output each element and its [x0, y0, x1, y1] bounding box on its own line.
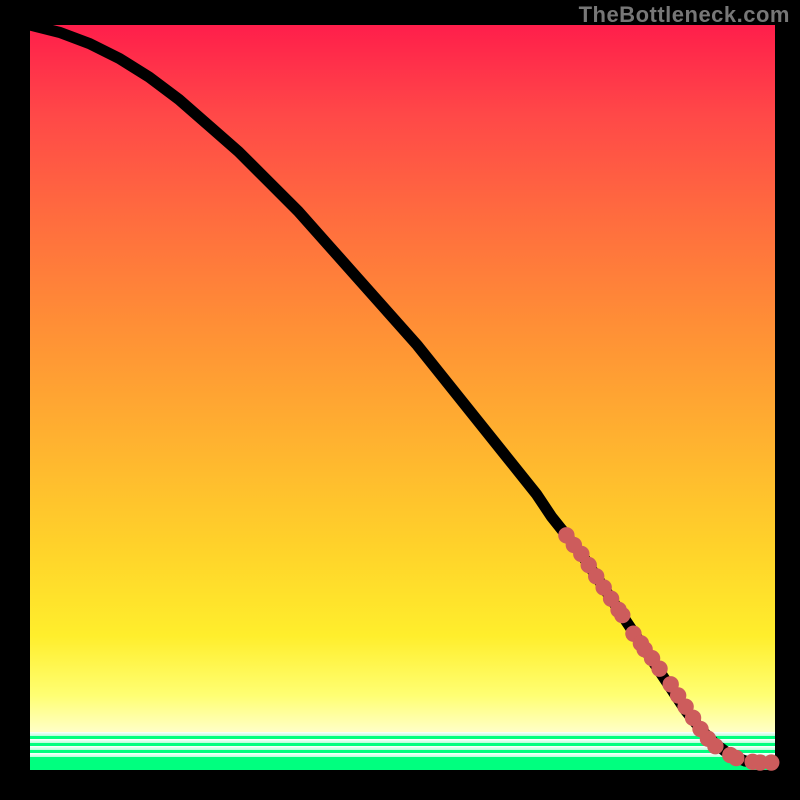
- marker-dot: [614, 607, 630, 623]
- marker-dot: [707, 738, 723, 754]
- chart-frame: TheBottleneck.com: [0, 0, 800, 800]
- marker-group: [558, 527, 779, 771]
- marker-dot: [763, 754, 779, 770]
- watermark-text: TheBottleneck.com: [579, 2, 790, 28]
- bottleneck-curve: [30, 25, 775, 763]
- plot-svg: [30, 25, 775, 770]
- marker-dot: [728, 750, 744, 766]
- marker-dot: [651, 660, 667, 676]
- plot-area: [30, 25, 775, 770]
